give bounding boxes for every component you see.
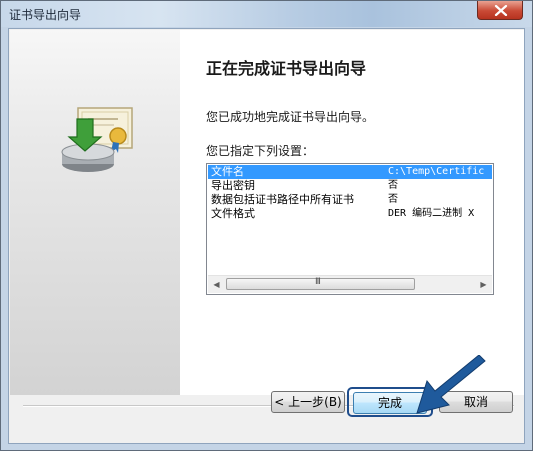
settings-label: 您已指定下列设置：: [206, 144, 315, 158]
scroll-left-icon[interactable]: ◀: [208, 276, 225, 293]
list-item[interactable]: 文件格式 DER 编码二进制 X: [208, 207, 492, 221]
settings-list[interactable]: 文件名 C:\Temp\Certific 导出密钥 否 数据包括证书路径中所有证…: [206, 163, 494, 295]
setting-name: 导出密钥: [211, 179, 255, 192]
close-button[interactable]: [477, 1, 523, 20]
blue-arrow-icon: [416, 355, 486, 414]
setting-value: DER 编码二进制 X: [388, 208, 475, 219]
page-title: 正在完成证书导出向导: [206, 59, 367, 78]
list-item[interactable]: 导出密钥 否: [208, 179, 492, 193]
scrollbar-thumb[interactable]: III: [226, 277, 415, 290]
setting-name: 文件格式: [211, 207, 255, 220]
setting-value: 否: [388, 180, 398, 191]
setting-name: 文件名: [211, 165, 244, 178]
wizard-content: 正在完成证书导出向导 您已成功地完成证书导出向导。 您已指定下列设置： 文件名 …: [180, 30, 524, 395]
list-item[interactable]: 数据包括证书路径中所有证书 否: [208, 193, 492, 207]
close-icon: [494, 5, 508, 16]
scroll-right-icon[interactable]: ▶: [475, 276, 492, 293]
wizard-side-panel: [10, 30, 180, 395]
certificate-export-icon: [61, 107, 133, 172]
completion-message: 您已成功地完成证书导出向导。: [206, 110, 375, 124]
setting-value: C:\Temp\Certific: [388, 166, 485, 177]
list-item[interactable]: 文件名 C:\Temp\Certific: [208, 165, 492, 179]
setting-name: 数据包括证书路径中所有证书: [211, 193, 354, 206]
title-bar[interactable]: 证书导出向导: [1, 1, 532, 27]
scrollbar-grip: III: [315, 277, 321, 287]
setting-value: 否: [388, 194, 398, 205]
back-button[interactable]: < 上一步(B): [271, 391, 345, 413]
window-title: 证书导出向导: [9, 8, 82, 22]
horizontal-scrollbar[interactable]: ◀ III ▶: [208, 275, 492, 293]
wizard-window: 证书导出向导 正在完成证书导出向导 您已成功地完成证书导出向导。 您已指定下列设…: [0, 0, 533, 451]
